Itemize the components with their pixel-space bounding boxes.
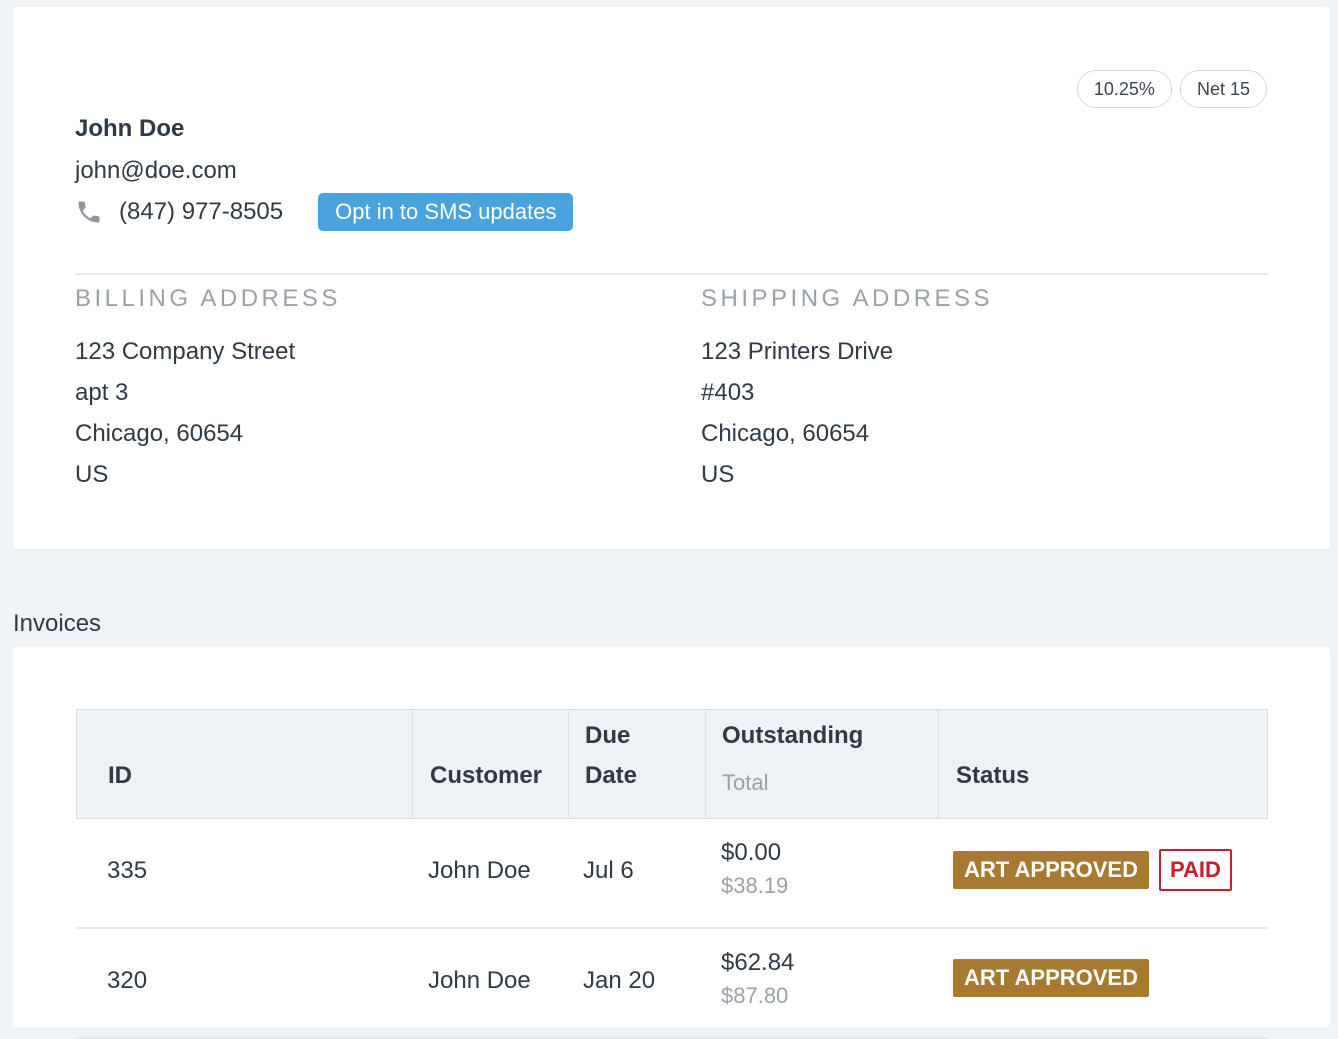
customer-card: 10.25% Net 15 John Doe john@doe.com (847… bbox=[13, 7, 1330, 549]
invoices-card: ID Customer Due Date Outstanding Total S… bbox=[13, 647, 1330, 1039]
status-badge-art-approved: ART APPROVED bbox=[953, 959, 1149, 997]
tax-rate-pill[interactable]: 10.25% bbox=[1076, 70, 1172, 108]
column-outstanding[interactable]: Outstanding Total bbox=[706, 710, 939, 818]
column-due-date[interactable]: Due Date bbox=[569, 710, 706, 818]
table-header: ID Customer Due Date Outstanding Total S… bbox=[76, 709, 1268, 819]
table-row[interactable]: 335 John Doe Jul 6 $0.00 $38.19 ART APPR… bbox=[76, 819, 1268, 929]
invoice-total: $38.19 bbox=[721, 873, 789, 898]
sms-opt-in-button[interactable]: Opt in to SMS updates bbox=[318, 193, 574, 231]
status-badge-paid: PAID bbox=[1158, 849, 1232, 891]
shipping-address-heading: SHIPPING ADDRESS bbox=[701, 285, 994, 312]
invoice-id[interactable]: 320 bbox=[107, 967, 147, 995]
billing-address-line: apt 3 bbox=[75, 379, 129, 406]
column-status-label: Status bbox=[956, 762, 1030, 789]
invoice-customer: John Doe bbox=[428, 967, 531, 994]
shipping-address: SHIPPING ADDRESS 123 Printers Drive #403… bbox=[701, 285, 993, 495]
table-row[interactable]: 320 John Doe Jan 20 $62.84 $87.80 ART AP… bbox=[76, 929, 1268, 1039]
invoice-status-badges: ART APPROVED PAID bbox=[953, 849, 1232, 891]
invoice-outstanding: $0.00 bbox=[721, 839, 782, 866]
shipping-address-line: #403 bbox=[701, 379, 755, 406]
column-customer[interactable]: Customer bbox=[413, 710, 569, 818]
invoice-status-badges: ART APPROVED bbox=[953, 959, 1149, 997]
shipping-address-line: US bbox=[701, 461, 735, 488]
invoice-customer: John Doe bbox=[428, 857, 531, 884]
column-status[interactable]: Status bbox=[939, 710, 1267, 818]
column-id-label: ID bbox=[108, 762, 132, 789]
customer-tags: 10.25% Net 15 bbox=[1076, 70, 1267, 108]
billing-address-line: Chicago, 60654 bbox=[75, 420, 244, 447]
phone-icon bbox=[75, 198, 103, 226]
column-customer-label: Customer bbox=[430, 762, 543, 789]
shipping-address-line: 123 Printers Drive bbox=[701, 338, 894, 365]
customer-email[interactable]: john@doe.com bbox=[75, 157, 237, 185]
invoices-title: Invoices bbox=[13, 610, 102, 637]
phone-row: (847) 977-8505 Opt in to SMS updates bbox=[75, 192, 574, 232]
customer-name: John Doe bbox=[75, 115, 185, 142]
column-due-date-label-1: Due bbox=[585, 722, 631, 749]
invoices-table: ID Customer Due Date Outstanding Total S… bbox=[76, 709, 1268, 1039]
billing-address: BILLING ADDRESS 123 Company Street apt 3… bbox=[75, 285, 341, 495]
invoice-due-date: Jul 6 bbox=[583, 857, 634, 884]
column-total-label: Total bbox=[722, 770, 769, 795]
invoice-outstanding: $62.84 bbox=[721, 949, 795, 976]
invoice-amounts: $0.00 $38.19 bbox=[721, 839, 788, 899]
billing-address-line: 123 Company Street bbox=[75, 338, 296, 365]
column-id[interactable]: ID bbox=[77, 710, 413, 818]
invoice-total: $87.80 bbox=[721, 983, 789, 1008]
invoice-id[interactable]: 335 bbox=[107, 857, 147, 885]
column-due-date-label-2: Date bbox=[585, 762, 638, 789]
invoice-amounts: $62.84 $87.80 bbox=[721, 949, 794, 1009]
billing-address-line: US bbox=[75, 461, 109, 488]
shipping-address-line: Chicago, 60654 bbox=[701, 420, 870, 447]
payment-terms-pill[interactable]: Net 15 bbox=[1179, 70, 1267, 108]
phone-number[interactable]: (847) 977-8505 bbox=[119, 198, 283, 226]
divider bbox=[75, 273, 1268, 275]
column-outstanding-label: Outstanding bbox=[722, 722, 864, 749]
invoice-due-date: Jan 20 bbox=[583, 967, 656, 994]
status-badge-art-approved: ART APPROVED bbox=[953, 851, 1149, 889]
billing-address-heading: BILLING ADDRESS bbox=[75, 285, 341, 312]
